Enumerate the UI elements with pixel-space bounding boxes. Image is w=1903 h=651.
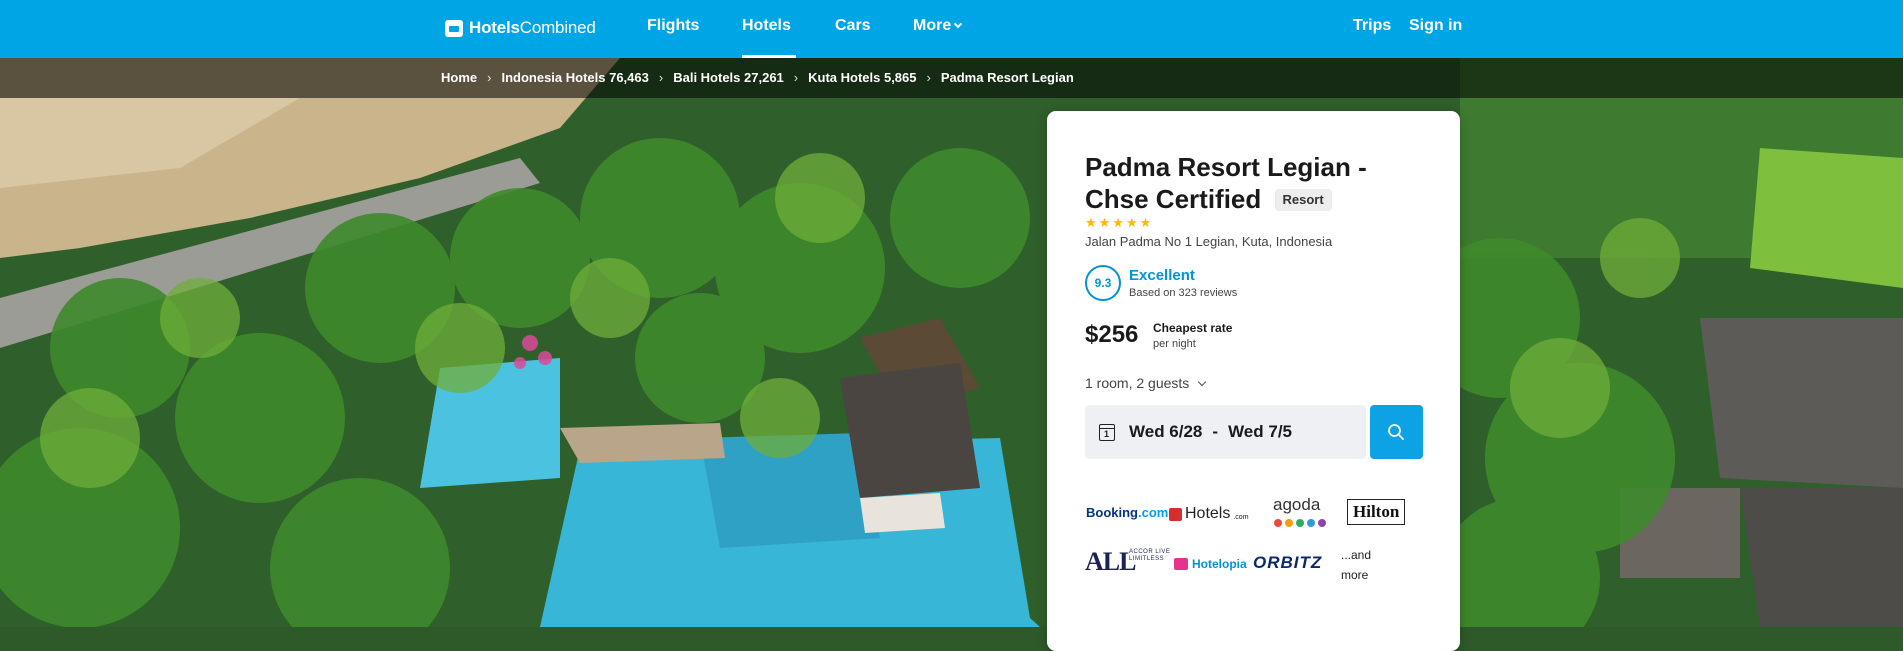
price-label: Cheapest rate bbox=[1153, 321, 1233, 335]
nav-flights[interactable]: Flights bbox=[647, 17, 699, 35]
calendar-icon: 1 bbox=[1099, 423, 1115, 441]
chevron-down-icon bbox=[953, 19, 963, 29]
guests-label: 1 room, 2 guests bbox=[1085, 375, 1190, 391]
breadcrumb-home[interactable]: Home bbox=[441, 70, 477, 85]
chevron-down-icon bbox=[1198, 377, 1207, 387]
logo-icon bbox=[445, 19, 463, 37]
nav-sign-in[interactable]: Sign in bbox=[1409, 17, 1462, 35]
hotel-address: Jalan Padma No 1 Legian, Kuta, Indonesia bbox=[1085, 234, 1333, 249]
price-unit: per night bbox=[1153, 338, 1196, 350]
nav-trips[interactable]: Trips bbox=[1353, 17, 1391, 35]
more-partners-text: ...and more bbox=[1341, 548, 1372, 582]
star-rating: ★★★★★ bbox=[1085, 215, 1154, 230]
date-separator: - bbox=[1212, 422, 1219, 441]
property-type-badge: Resort bbox=[1274, 189, 1332, 211]
nav-more[interactable]: More bbox=[913, 17, 963, 35]
agoda-dots bbox=[1274, 519, 1326, 527]
hotel-summary-card: Padma Resort Legian - Chse Certified Res… bbox=[1047, 111, 1460, 651]
all-accor-logo: ALL bbox=[1085, 547, 1136, 576]
hotelopia-logo: Hotelopia bbox=[1174, 557, 1247, 571]
logo-text: HotelsCombined bbox=[469, 18, 596, 37]
guests-selector[interactable]: 1 room, 2 guests bbox=[1085, 375, 1207, 391]
review-score-badge[interactable]: 9.3 bbox=[1085, 265, 1121, 301]
search-icon bbox=[1388, 424, 1404, 440]
top-navbar: HotelsCombined Flights Hotels Cars More … bbox=[0, 0, 1903, 58]
breadcrumb-bar: Home › Indonesia Hotels 76,463 › Bali Ho… bbox=[0, 58, 1903, 98]
chevron-right-icon: › bbox=[793, 70, 799, 85]
orbitz-logo: ORBITZ bbox=[1253, 553, 1323, 572]
chevron-right-icon: › bbox=[658, 70, 664, 85]
booking-logo: Booking.com bbox=[1086, 505, 1169, 520]
nav-hotels[interactable]: Hotels bbox=[742, 17, 791, 35]
price: $256 bbox=[1085, 321, 1139, 348]
agoda-logo: agoda bbox=[1273, 495, 1321, 514]
breadcrumb-indonesia[interactable]: Indonesia Hotels 76,463 bbox=[501, 70, 648, 85]
date-range-picker[interactable]: 1 Wed 6/28 - Wed 7/5 bbox=[1085, 405, 1366, 459]
hotelscombined-logo[interactable]: HotelsCombined bbox=[445, 18, 596, 38]
check-out-date: Wed 7/5 bbox=[1228, 422, 1292, 441]
breadcrumb: Home › Indonesia Hotels 76,463 › Bali Ho… bbox=[441, 70, 1074, 85]
partner-logos: Booking.com Hotels .com agoda Hilton ALL … bbox=[1085, 491, 1425, 601]
breadcrumb-bali[interactable]: Bali Hotels 27,261 bbox=[673, 70, 784, 85]
hero-image bbox=[0, 58, 1903, 627]
nav-cars[interactable]: Cars bbox=[835, 17, 871, 35]
search-button[interactable] bbox=[1370, 405, 1423, 459]
hilton-logo: Hilton bbox=[1347, 499, 1406, 525]
accor-tagline: ACCOR LIVE LIMITLESS bbox=[1129, 549, 1171, 562]
rating-label[interactable]: Excellent bbox=[1129, 267, 1195, 284]
breadcrumb-current: Padma Resort Legian bbox=[940, 70, 1074, 85]
hotel-title: Padma Resort Legian - Chse Certified Res… bbox=[1085, 151, 1425, 215]
nav-active-indicator bbox=[742, 55, 796, 58]
breadcrumb-kuta[interactable]: Kuta Hotels 5,865 bbox=[808, 70, 916, 85]
check-in-date: Wed 6/28 bbox=[1129, 422, 1203, 441]
chevron-right-icon: › bbox=[926, 70, 931, 85]
review-count: Based on 323 reviews bbox=[1129, 287, 1238, 299]
chevron-right-icon: › bbox=[487, 70, 492, 85]
hotels-com-logo: Hotels .com bbox=[1169, 505, 1249, 523]
